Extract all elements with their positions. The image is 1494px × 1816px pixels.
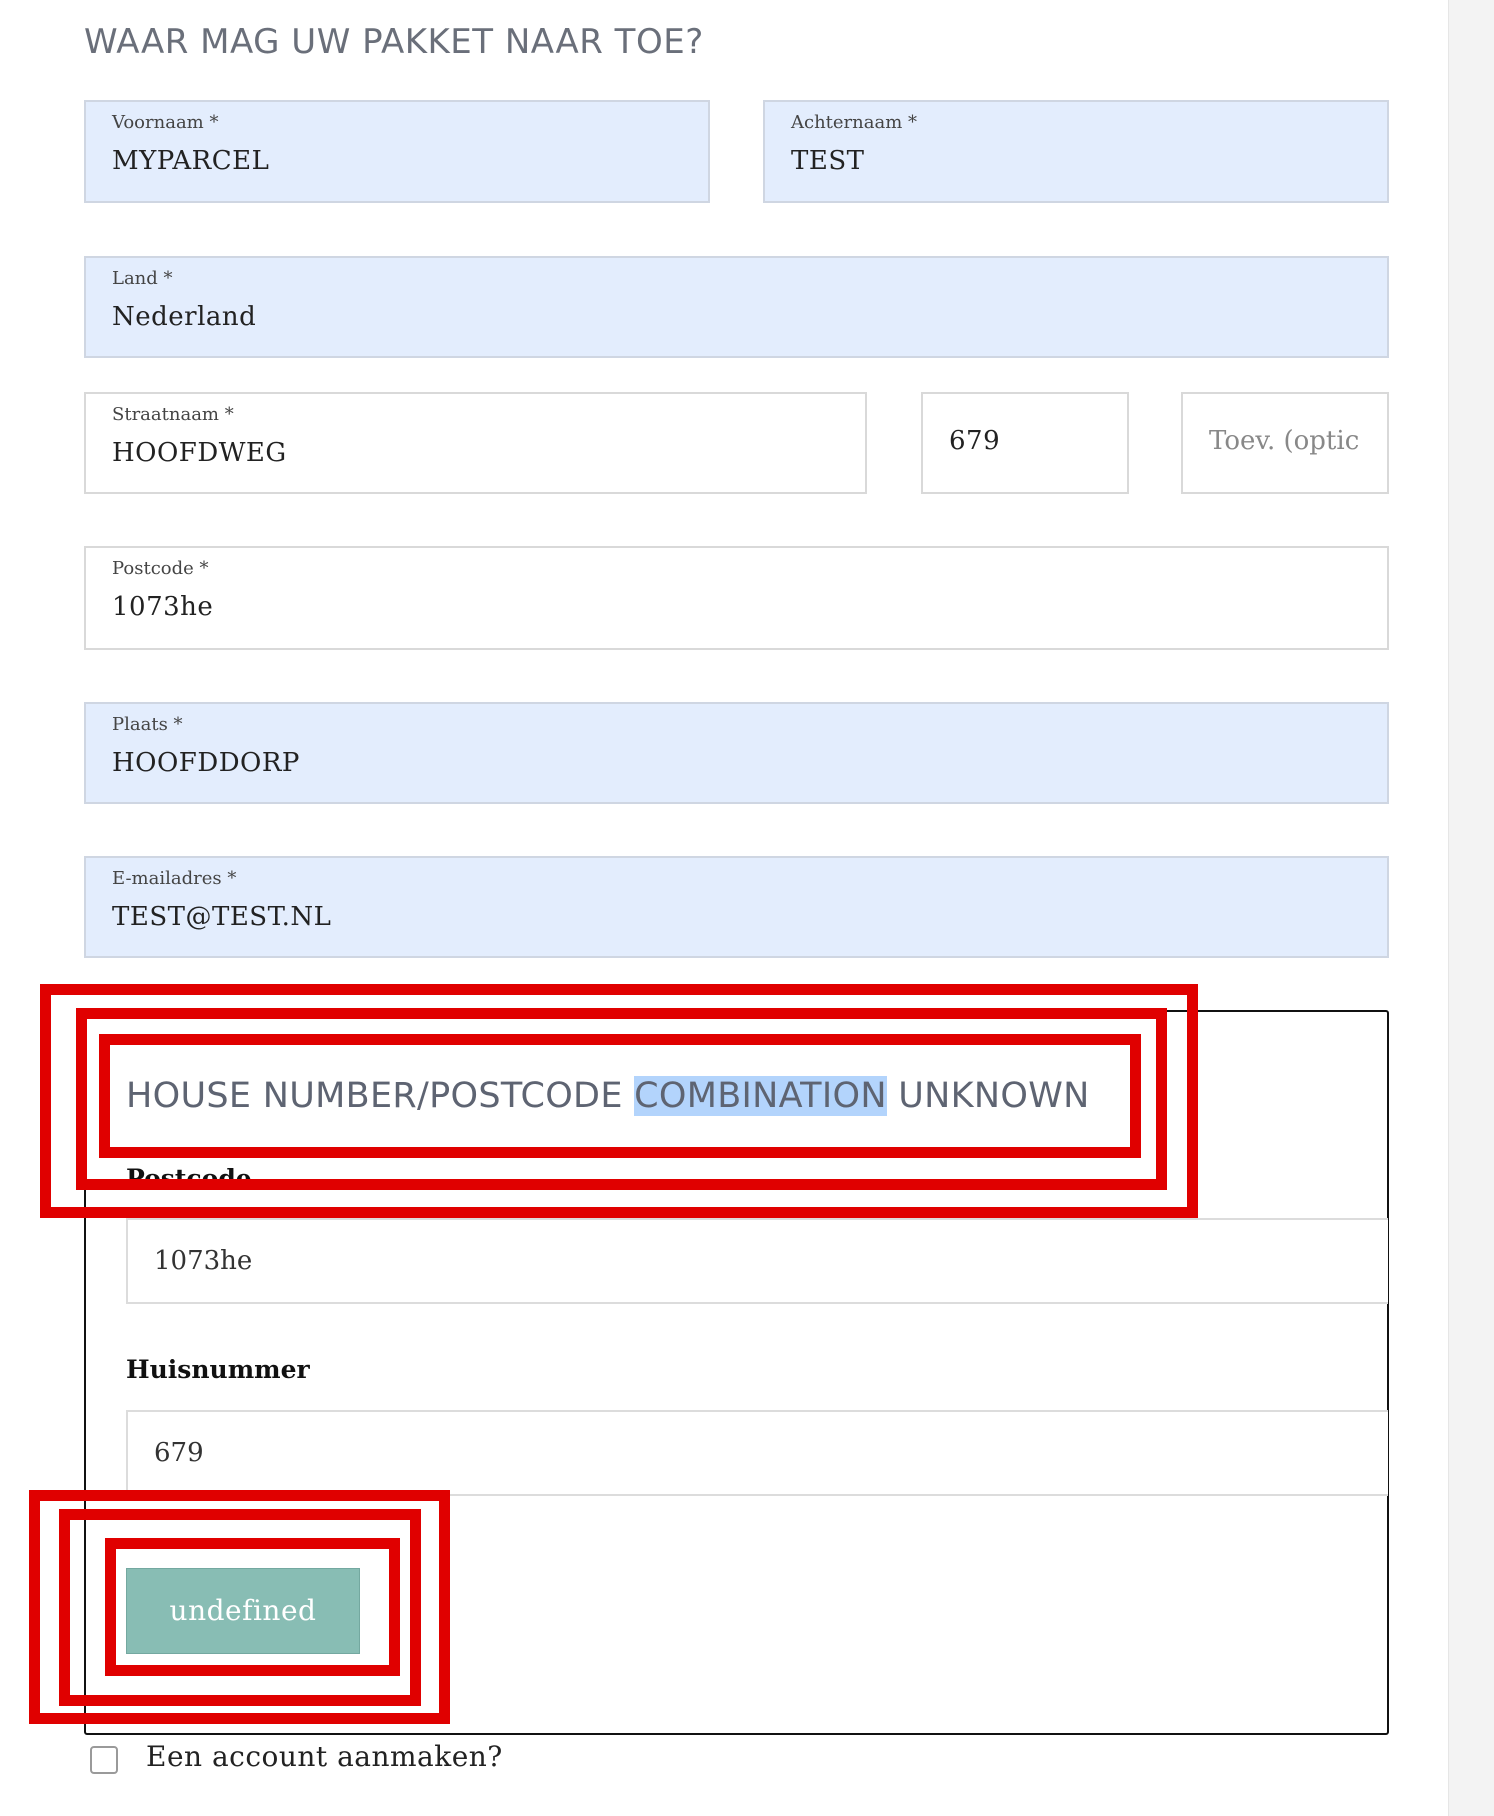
first-name-value: MYPARCEL bbox=[112, 146, 270, 176]
modal-house-number-value: 679 bbox=[154, 1438, 204, 1468]
addition-placeholder: Toev. (optic bbox=[1209, 426, 1359, 456]
email-field[interactable]: E-mailadres * TEST@TEST.NL bbox=[84, 856, 1389, 958]
modal-postcode-label: Postcode bbox=[126, 1164, 252, 1193]
last-name-label: Achternaam * bbox=[791, 112, 918, 133]
city-field[interactable]: Plaats * HOOFDDORP bbox=[84, 702, 1389, 804]
last-name-value: TEST bbox=[791, 146, 865, 176]
modal-postcode-value: 1073he bbox=[154, 1246, 253, 1276]
country-value: Nederland bbox=[112, 302, 257, 332]
modal-house-number-input[interactable]: 679 bbox=[126, 1410, 1388, 1496]
street-value: HOOFDWEG bbox=[112, 438, 287, 468]
country-label: Land * bbox=[112, 268, 173, 289]
email-value: TEST@TEST.NL bbox=[112, 902, 332, 932]
modal-title-end: UNKNOWN bbox=[886, 1076, 1090, 1116]
street-field[interactable]: Straatnaam * HOOFDWEG bbox=[84, 392, 867, 494]
modal-title-selected-word: COMBINATION bbox=[634, 1076, 887, 1116]
modal-postcode-input[interactable]: 1073he bbox=[126, 1218, 1388, 1304]
postcode-value: 1073he bbox=[112, 592, 214, 622]
modal-house-number-label: Huisnummer bbox=[126, 1355, 310, 1384]
create-account-checkbox[interactable] bbox=[90, 1746, 118, 1774]
first-name-label: Voornaam * bbox=[112, 112, 219, 133]
create-account-label[interactable]: Een account aanmaken? bbox=[146, 1740, 503, 1773]
house-number-value: 679 bbox=[949, 426, 1001, 456]
modal-title: HOUSE NUMBER/POSTCODE COMBINATION UNKNOW… bbox=[126, 1076, 1090, 1116]
city-label: Plaats * bbox=[112, 714, 183, 735]
street-label: Straatnaam * bbox=[112, 404, 234, 425]
email-label: E-mailadres * bbox=[112, 868, 237, 889]
house-number-field[interactable]: 679 bbox=[921, 392, 1129, 494]
country-field[interactable]: Land * Nederland bbox=[84, 256, 1389, 358]
addition-field[interactable]: Toev. (optic bbox=[1181, 392, 1389, 494]
page-scroll-strip bbox=[1448, 0, 1494, 1816]
postcode-field[interactable]: Postcode * 1073he bbox=[84, 546, 1389, 650]
shipping-heading: WAAR MAG UW PAKKET NAAR TOE? bbox=[84, 22, 704, 62]
modal-submit-button[interactable]: undefined bbox=[126, 1568, 360, 1654]
last-name-field[interactable]: Achternaam * TEST bbox=[763, 100, 1389, 203]
postcode-label: Postcode * bbox=[112, 558, 209, 579]
city-value: HOOFDDORP bbox=[112, 748, 300, 778]
modal-title-start: HOUSE NUMBER/POSTCODE bbox=[126, 1076, 635, 1116]
first-name-field[interactable]: Voornaam * MYPARCEL bbox=[84, 100, 710, 203]
